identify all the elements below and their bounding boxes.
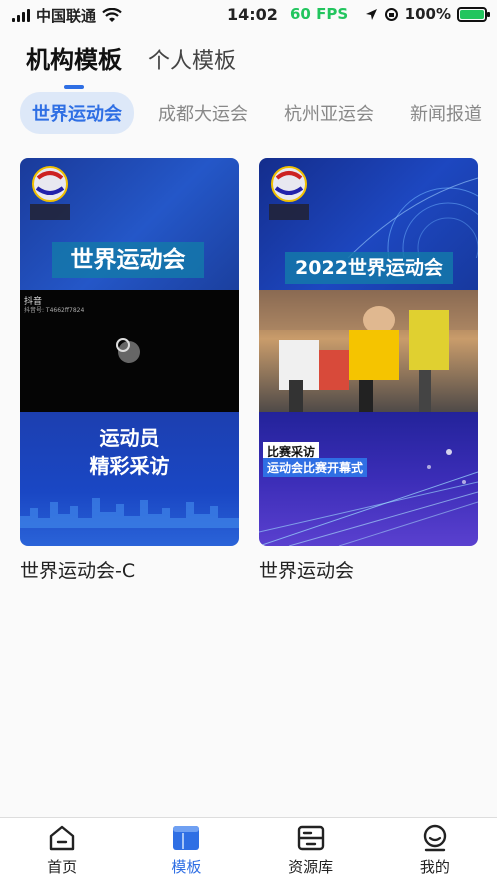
bottom-nav: 首页 模板 资源库 我的 <box>0 817 497 883</box>
nav-profile-label: 我的 <box>419 858 450 876</box>
nav-library-label: 资源库 <box>288 858 334 876</box>
loading-icon <box>116 338 140 363</box>
category-chips: 世界运动会 成都大运会 杭州亚运会 新闻报道 <box>20 92 497 134</box>
template-type-tabs: 机构模板 个人模板 <box>26 40 236 75</box>
signal-icon <box>12 9 30 22</box>
nav-home[interactable]: 首页 <box>0 818 124 883</box>
template-title: 世界运动会 <box>259 560 355 582</box>
chip-hangzhou-asian-games[interactable]: 杭州亚运会 <box>272 92 386 134</box>
tab-personal-templates[interactable]: 个人模板 <box>148 43 236 75</box>
template-title: 世界运动会-C <box>20 560 136 582</box>
tab-institution-templates[interactable]: 机构模板 <box>26 40 122 75</box>
globe-lines-icon <box>347 177 478 258</box>
location-icon <box>365 8 377 20</box>
nav-home-label: 首页 <box>47 858 78 876</box>
rotation-lock-icon <box>384 7 398 21</box>
template-card[interactable]: 2022世界运动会 比赛采访 运动会比赛开幕式 世界运动会 <box>259 158 478 583</box>
status-time: 14:02 <box>227 5 278 24</box>
chip-news-report[interactable]: 新闻报道 <box>398 92 494 134</box>
chip-world-games[interactable]: 世界运动会 <box>20 92 134 134</box>
tiktok-id: 抖音号: T4662ff7824 <box>24 307 85 314</box>
library-icon <box>297 825 324 851</box>
battery-percent: 100% <box>404 5 451 23</box>
nav-library[interactable]: 资源库 <box>249 818 373 883</box>
thumb-banner: 世界运动会 <box>52 242 204 278</box>
thumb-banner: 2022世界运动会 <box>285 252 453 284</box>
nav-profile[interactable]: 我的 <box>373 818 497 883</box>
fps-counter: 60 FPS <box>290 5 349 23</box>
battery-icon <box>457 6 490 22</box>
template-grid: 世界运动会 抖音 抖音号: T4662ff7824 运动员 精彩采访 世界运动会… <box>20 158 478 583</box>
runners-image-icon <box>259 290 478 412</box>
status-right: 100% <box>365 5 490 23</box>
city-skyline-icon <box>20 498 239 528</box>
wifi-icon <box>102 8 122 22</box>
template-icon <box>173 826 200 850</box>
carrier-name: 中国联通 <box>36 7 97 25</box>
template-card[interactable]: 世界运动会 抖音 抖音号: T4662ff7824 运动员 精彩采访 世界运动会… <box>20 158 239 583</box>
nav-templates[interactable]: 模板 <box>124 818 248 883</box>
runners-photo <box>259 290 478 412</box>
light-rays-icon <box>259 449 478 546</box>
profile-icon <box>423 824 447 852</box>
home-icon <box>49 825 75 851</box>
nav-templates-label: 模板 <box>171 858 202 876</box>
games-logo-icon <box>30 166 70 220</box>
thumb-line2: 精彩采访 <box>89 454 170 478</box>
template-thumbnail: 世界运动会 抖音 抖音号: T4662ff7824 运动员 精彩采访 <box>20 158 239 546</box>
template-thumbnail: 2022世界运动会 比赛采访 运动会比赛开幕式 <box>259 158 478 546</box>
thumb-line1: 运动员 <box>99 426 160 450</box>
status-left: 中国联通 <box>12 5 122 26</box>
chip-chengdu-universiade[interactable]: 成都大运会 <box>146 92 260 134</box>
status-bar: 中国联通 14:02 60 FPS 100% <box>0 0 497 30</box>
games-logo-icon <box>269 166 309 220</box>
